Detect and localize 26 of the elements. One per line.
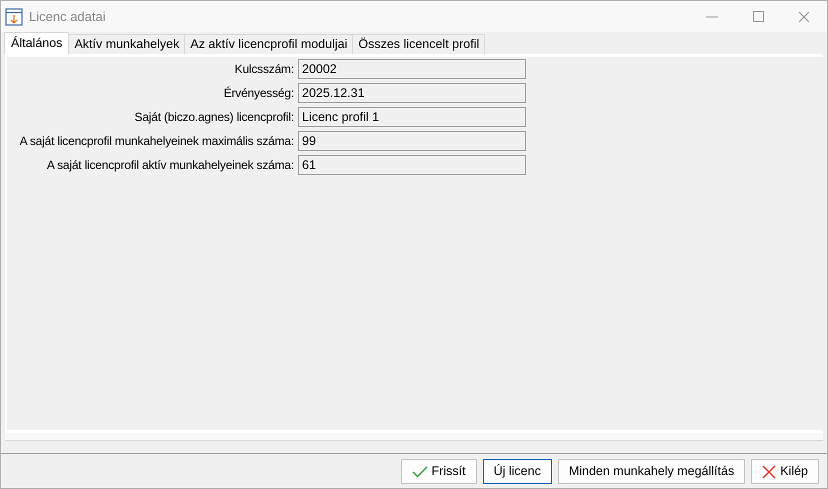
field-label: Érvényesség: xyxy=(222,85,295,102)
input-field[interactable]: 20002 xyxy=(298,59,526,79)
field-label: Kulcsszám: xyxy=(234,61,295,78)
action-button[interactable]: Új licenc xyxy=(482,459,552,484)
tab[interactable]: Összes licencelt profil xyxy=(353,34,486,54)
window-icon xyxy=(5,8,23,26)
check-icon xyxy=(412,466,428,478)
input-field[interactable]: 99 xyxy=(298,131,526,151)
window-title: Licenc adatai xyxy=(29,8,106,26)
splitter-bar[interactable] xyxy=(5,433,823,441)
tab[interactable]: Aktív munkahelyek xyxy=(69,34,186,54)
field-label: Saját (biczo.agnes) licencprofil: xyxy=(134,109,295,126)
action-button[interactable]: Minden munkahely megállítás xyxy=(558,459,746,484)
input-field[interactable]: 2025.12.31 xyxy=(298,83,526,103)
input-field[interactable]: Licenc profil 1 xyxy=(298,107,526,127)
refresh-button[interactable]: Frissít xyxy=(400,459,477,484)
field-label: A saját licencprofil aktív munkahelyeinek száma: xyxy=(46,157,295,174)
field-label: A saját licencprofil munkahelyeinek maximális száma: xyxy=(18,133,295,150)
tab[interactable]: Általános xyxy=(4,32,70,54)
minimize-icon xyxy=(706,16,718,18)
maximize-icon xyxy=(752,11,764,22)
close-icon xyxy=(798,10,810,22)
exit-button[interactable]: Kilép xyxy=(751,459,819,484)
input-field[interactable]: 61 xyxy=(298,155,526,175)
tab[interactable]: Az aktív licencprofil moduljai xyxy=(185,34,354,54)
close-icon xyxy=(762,464,776,478)
